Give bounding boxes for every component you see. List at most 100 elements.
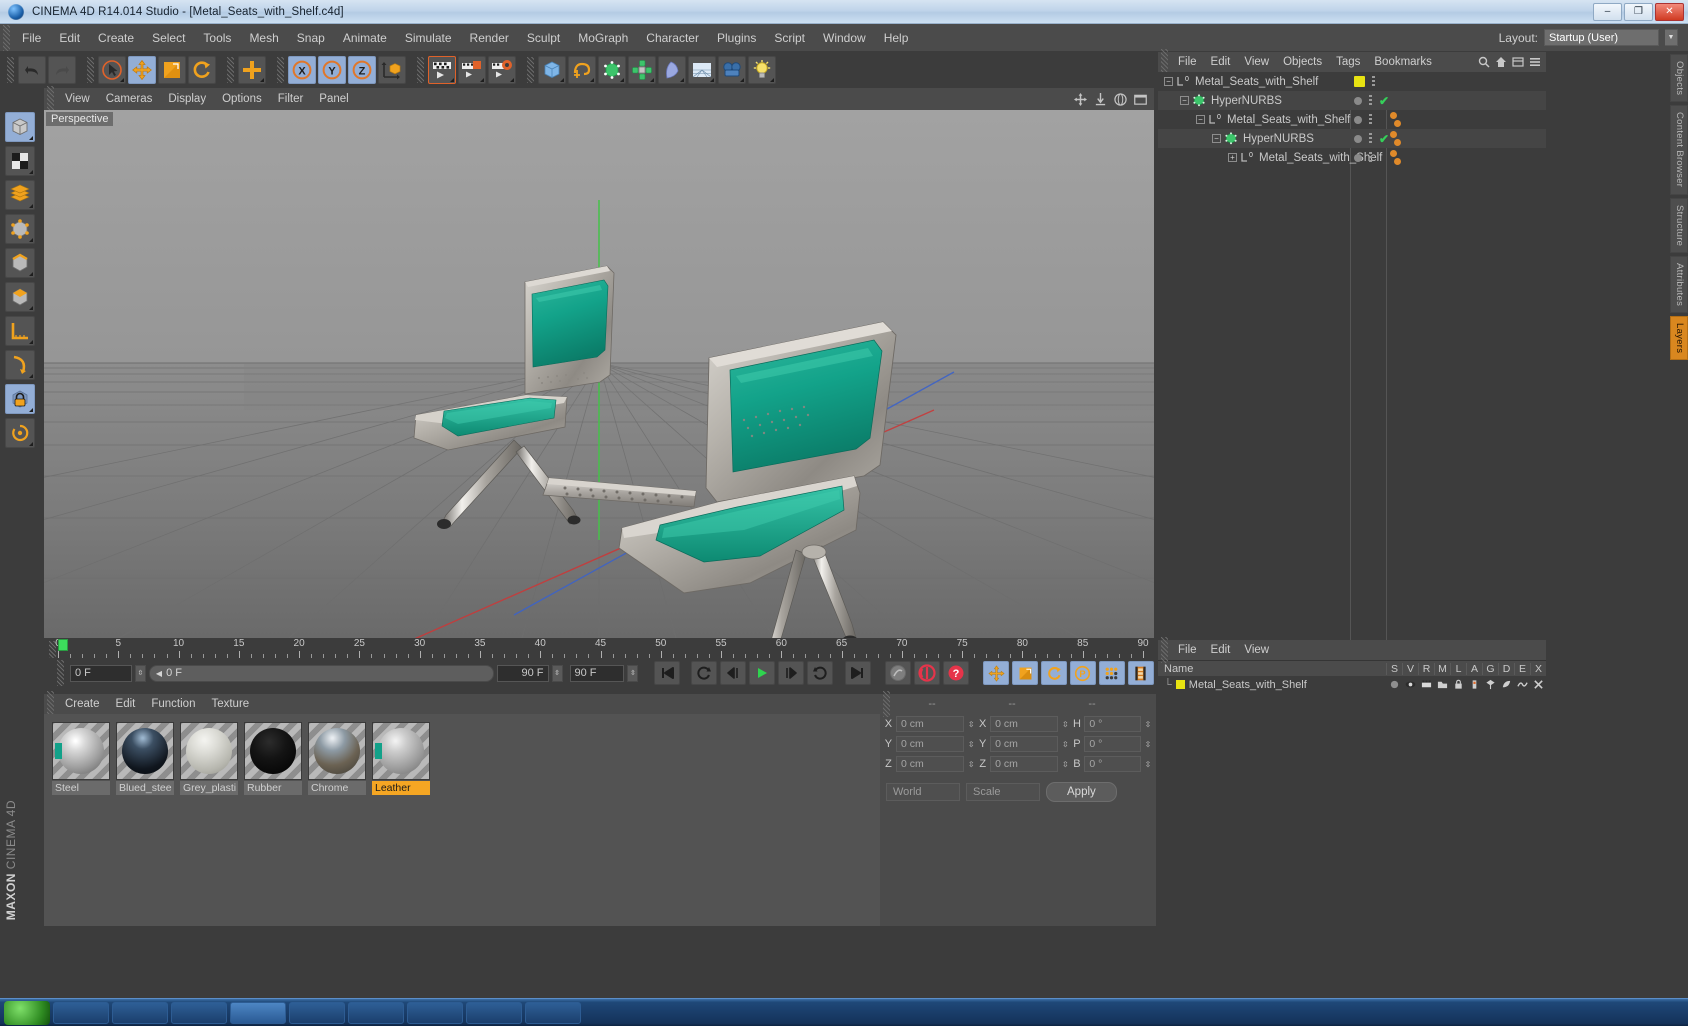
layer-column-v[interactable]: V: [1402, 662, 1418, 675]
step-forward-button[interactable]: [778, 661, 805, 685]
position-spinner[interactable]: ⇳: [967, 740, 975, 749]
layer-column-x[interactable]: X: [1530, 662, 1546, 675]
timeline-scale[interactable]: 051015202530354045505560657075808590: [55, 638, 1154, 658]
menu-item-sculpt[interactable]: Sculpt: [518, 27, 569, 49]
viewport-menu-panel[interactable]: Panel: [311, 90, 356, 108]
move-tool[interactable]: [128, 55, 156, 84]
render-visibility-dots-icon[interactable]: [1369, 152, 1372, 163]
material-item[interactable]: Steel: [52, 722, 110, 795]
render-view-button[interactable]: [428, 55, 456, 84]
chevron-down-icon[interactable]: ▼: [1665, 29, 1678, 46]
position-spinner[interactable]: ⇳: [967, 720, 975, 729]
material-preview[interactable]: [180, 722, 238, 780]
tree-expander-icon[interactable]: +: [1228, 153, 1237, 162]
viewport-menu-options[interactable]: Options: [214, 90, 270, 108]
layer-column-m[interactable]: M: [1434, 662, 1450, 675]
collapse-icon[interactable]: [1512, 56, 1524, 68]
menu-item-file[interactable]: File: [13, 27, 50, 49]
timeline-toggle-button[interactable]: [1127, 661, 1154, 685]
viewport-menu-filter[interactable]: Filter: [270, 90, 312, 108]
menu-item-script[interactable]: Script: [765, 27, 814, 49]
home-icon[interactable]: [1495, 56, 1507, 68]
material-item[interactable]: Grey_plasti: [180, 722, 238, 795]
menubar-grip[interactable]: [3, 24, 10, 51]
layer-column-e[interactable]: E: [1514, 662, 1530, 675]
material-tag-icon[interactable]: [1394, 139, 1401, 146]
solo-dot-icon[interactable]: [1386, 679, 1402, 690]
material-menu-function[interactable]: Function: [143, 696, 203, 712]
keyframe-selection-button[interactable]: ?: [943, 661, 970, 685]
close-button[interactable]: ✕: [1655, 2, 1684, 21]
tree-expander-icon[interactable]: −: [1196, 115, 1205, 124]
layer-menu-edit[interactable]: Edit: [1204, 642, 1238, 658]
render-settings-button[interactable]: [488, 55, 516, 84]
menu-item-plugins[interactable]: Plugins: [708, 27, 765, 49]
rotation-key-button[interactable]: [1041, 661, 1067, 685]
render-region-button[interactable]: [458, 55, 486, 84]
menu-item-snap[interactable]: Snap: [288, 27, 334, 49]
layer-color-swatch[interactable]: [1354, 76, 1365, 87]
material-tag-icon[interactable]: [1390, 150, 1397, 157]
object-menu-objects[interactable]: Objects: [1276, 54, 1329, 70]
taskbar-item[interactable]: [171, 1001, 227, 1024]
taskbar-item[interactable]: [289, 1001, 345, 1024]
deformer-icon[interactable]: [1498, 679, 1514, 690]
object-menu-view[interactable]: View: [1237, 54, 1276, 70]
layer-menu-view[interactable]: View: [1237, 642, 1276, 658]
rotation-spinner[interactable]: ⇳: [1144, 720, 1152, 729]
lock-z-axis[interactable]: Z: [348, 55, 376, 84]
current-frame-field[interactable]: 0 F: [70, 664, 132, 682]
layout-dropdown-value[interactable]: Startup (User): [1544, 29, 1659, 46]
timeline-ruler[interactable]: 051015202530354045505560657075808590: [44, 638, 1154, 667]
edge-mode-tool[interactable]: [5, 248, 35, 278]
position-input[interactable]: 0 cm: [895, 736, 965, 752]
scale-key-button[interactable]: [1012, 661, 1039, 685]
viewport-menu-cameras[interactable]: Cameras: [98, 90, 161, 108]
go-to-start-button[interactable]: [654, 661, 681, 685]
editor-visibility-dot-icon[interactable]: [1354, 96, 1362, 105]
play-button[interactable]: [749, 661, 776, 685]
material-preview[interactable]: [308, 722, 366, 780]
material-menu-texture[interactable]: Texture: [203, 696, 257, 712]
previous-keyframe-button[interactable]: [691, 661, 718, 685]
material-preview[interactable]: [52, 722, 110, 780]
layer-menu-grip[interactable]: [1161, 637, 1168, 663]
taskbar-item[interactable]: [407, 1001, 463, 1024]
material-item[interactable]: Leather: [372, 722, 430, 795]
rotate-tool[interactable]: [188, 55, 216, 84]
material-menu-create[interactable]: Create: [57, 696, 108, 712]
object-menu-file[interactable]: File: [1171, 54, 1204, 70]
size-spinner[interactable]: ⇳: [1061, 760, 1069, 769]
select-tool[interactable]: [98, 55, 126, 84]
material-tag-icon[interactable]: [1394, 120, 1401, 127]
position-spinner[interactable]: ⇳: [967, 760, 975, 769]
workplane-tool[interactable]: [5, 316, 35, 346]
toolbar-grip[interactable]: [7, 56, 14, 83]
menu-item-select[interactable]: Select: [143, 27, 194, 49]
viewport-menu-grip[interactable]: [47, 86, 54, 112]
next-keyframe-button[interactable]: [807, 661, 834, 685]
object-name[interactable]: HyperNURBS: [1243, 133, 1314, 145]
model-mode-tool[interactable]: [5, 112, 35, 142]
point-mode-tool[interactable]: [5, 214, 35, 244]
menu-item-window[interactable]: Window: [814, 27, 875, 49]
document-end-frame-field[interactable]: 90 F: [569, 664, 625, 682]
add-array-button[interactable]: [628, 55, 656, 84]
search-icon[interactable]: [1478, 56, 1490, 68]
rotation-input[interactable]: 0 °: [1084, 736, 1141, 752]
material-name[interactable]: Grey_plasti: [180, 781, 238, 795]
size-spinner[interactable]: ⇳: [1061, 720, 1069, 729]
rotation-input[interactable]: 0 °: [1084, 756, 1141, 772]
object-tree[interactable]: −0 Metal_Seats_with_Shelf − HyperNURBS ✔ −0 Me…: [1158, 72, 1546, 652]
object-menu-tags[interactable]: Tags: [1329, 54, 1367, 70]
world-coordinate-toggle[interactable]: [378, 55, 406, 84]
right-tab-content-browser[interactable]: Content Browser: [1670, 105, 1688, 195]
toolbar-grip-5[interactable]: [417, 56, 424, 83]
object-tree-row[interactable]: +0 Metal_Seats_with_Shelf: [1158, 148, 1546, 167]
orbit-icon[interactable]: [1114, 92, 1127, 106]
menu-item-render[interactable]: Render: [461, 27, 518, 49]
parameter-key-button[interactable]: P: [1069, 661, 1096, 685]
apply-button[interactable]: Apply: [1046, 782, 1117, 802]
material-menu-edit[interactable]: Edit: [108, 696, 144, 712]
autokeying-button[interactable]: [914, 661, 941, 685]
